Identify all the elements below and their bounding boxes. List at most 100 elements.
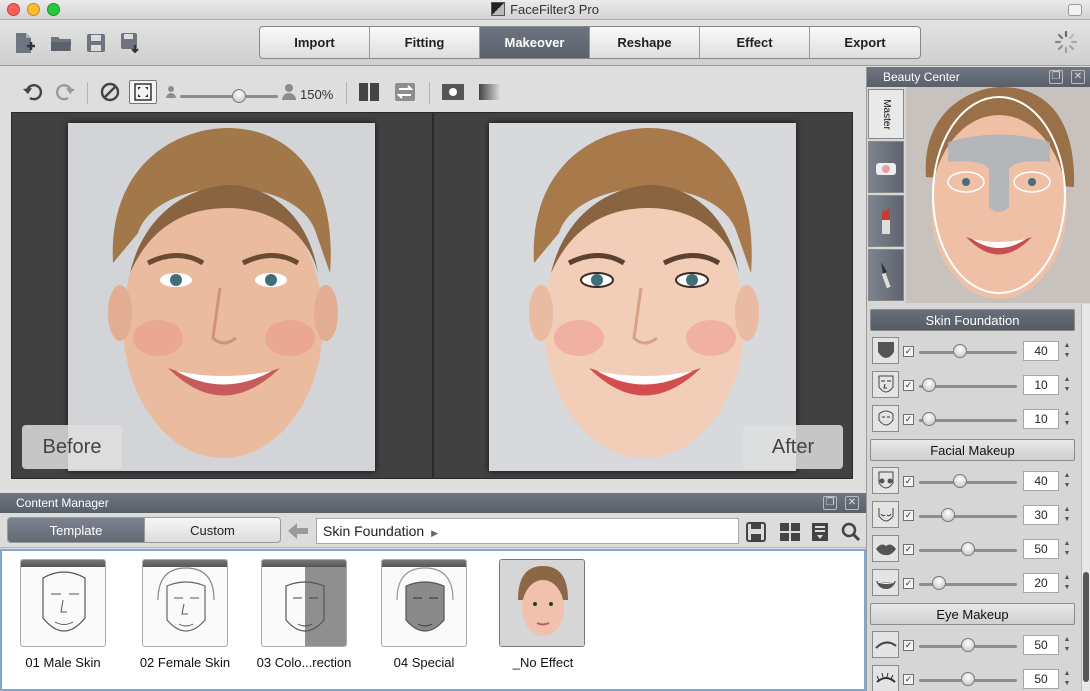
search-icon[interactable] [841, 522, 861, 545]
gradient-icon[interactable] [477, 80, 503, 104]
save-icon[interactable] [84, 31, 108, 55]
adjust-value-field[interactable]: 50 [1023, 669, 1059, 689]
tab-fitting[interactable]: Fitting [370, 27, 480, 58]
blush-face-icon[interactable] [872, 467, 899, 494]
template-item-no-effect[interactable] [499, 559, 585, 647]
makeup-brush-icon[interactable] [868, 249, 904, 301]
zoom-slider-knob[interactable] [231, 89, 246, 103]
value-stepper[interactable]: ▲ ▼ [1061, 505, 1073, 525]
after-photo[interactable] [489, 123, 796, 471]
scrollbar-thumb[interactable] [1083, 572, 1089, 682]
foundation-compact-icon[interactable] [868, 141, 904, 193]
enable-checkbox[interactable]: ✓ [903, 380, 914, 391]
enable-checkbox[interactable]: ✓ [903, 510, 914, 521]
adjust-value-field[interactable]: 50 [1023, 635, 1059, 655]
zoom-slider[interactable] [180, 95, 278, 98]
adjust-slider-knob[interactable] [941, 508, 956, 522]
template-item-special[interactable] [381, 559, 467, 647]
detach-panel-icon[interactable]: ❐ [1049, 70, 1063, 84]
enable-checkbox[interactable]: ✓ [903, 476, 914, 487]
enable-checkbox[interactable]: ✓ [903, 346, 914, 357]
mask-toggle-icon[interactable] [440, 80, 466, 104]
export-save-icon[interactable] [119, 31, 143, 55]
face-region-preview[interactable] [906, 87, 1090, 303]
tab-reshape[interactable]: Reshape [590, 27, 700, 58]
face-outline-icon[interactable] [872, 405, 899, 432]
adjust-slider-knob[interactable] [931, 576, 946, 590]
adjust-slider[interactable] [919, 481, 1017, 484]
template-item-female-skin[interactable] [142, 559, 228, 647]
close-panel-icon[interactable]: ✕ [845, 496, 859, 510]
lips-icon[interactable] [872, 535, 899, 562]
value-stepper[interactable]: ▲ ▼ [1061, 573, 1073, 593]
face-mask-icon[interactable] [872, 371, 899, 398]
content-path-field[interactable]: Skin Foundation ▶ [316, 518, 739, 544]
value-stepper[interactable]: ▲ ▼ [1061, 341, 1073, 361]
tab-makeover[interactable]: Makeover [480, 27, 590, 58]
beauty-center-scrollbar[interactable] [1081, 304, 1090, 691]
enable-checkbox[interactable]: ✓ [903, 674, 914, 685]
adjust-slider[interactable] [919, 515, 1017, 518]
tab-import[interactable]: Import [260, 27, 370, 58]
eyelash-icon[interactable] [872, 665, 899, 691]
adjust-slider-knob[interactable] [961, 638, 975, 652]
minimize-window-button[interactable] [27, 3, 40, 16]
lipstick-icon[interactable] [868, 195, 904, 247]
open-folder-icon[interactable] [49, 31, 73, 55]
section-facial-makeup[interactable]: Facial Makeup [870, 439, 1075, 461]
adjust-value-field[interactable]: 40 [1023, 471, 1059, 491]
path-expand-icon[interactable]: ▶ [431, 528, 438, 538]
adjust-slider-knob[interactable] [921, 412, 936, 426]
value-stepper[interactable]: ▲ ▼ [1061, 471, 1073, 491]
adjust-slider[interactable] [919, 351, 1017, 354]
section-skin-foundation[interactable]: Skin Foundation [870, 309, 1075, 331]
adjust-slider-knob[interactable] [953, 344, 968, 358]
adjust-value-field[interactable]: 50 [1023, 539, 1059, 559]
close-panel-icon[interactable]: ✕ [1071, 70, 1085, 84]
enable-checkbox[interactable]: ✓ [903, 544, 914, 555]
fit-to-window-icon[interactable] [129, 80, 157, 104]
adjust-slider-knob[interactable] [953, 474, 968, 488]
adjust-value-field[interactable]: 10 [1023, 375, 1059, 395]
tab-custom[interactable]: Custom [144, 518, 280, 542]
save-template-icon[interactable] [746, 522, 766, 545]
new-document-icon[interactable] [12, 31, 36, 55]
section-eye-makeup[interactable]: Eye Makeup [870, 603, 1075, 625]
fullscreen-toggle-button[interactable] [1068, 4, 1082, 16]
split-divider[interactable] [432, 113, 434, 478]
adjust-slider-knob[interactable] [961, 672, 975, 686]
template-item-color-correction[interactable] [261, 559, 347, 647]
tab-master[interactable]: Master [868, 89, 904, 139]
template-item-male-skin[interactable] [20, 559, 106, 647]
enable-checkbox[interactable]: ✓ [903, 414, 914, 425]
redo-icon[interactable] [54, 80, 76, 104]
grid-view-icon[interactable] [780, 523, 800, 544]
zoom-window-button[interactable] [47, 3, 60, 16]
cheek-contour-icon[interactable] [872, 501, 899, 528]
back-arrow-icon[interactable] [287, 522, 309, 543]
disable-effect-icon[interactable] [98, 80, 122, 104]
swap-view-icon[interactable] [393, 80, 417, 104]
value-stepper[interactable]: ▲ ▼ [1061, 409, 1073, 429]
tab-effect[interactable]: Effect [700, 27, 810, 58]
value-stepper[interactable]: ▲ ▼ [1061, 539, 1073, 559]
value-stepper[interactable]: ▲ ▼ [1061, 669, 1073, 689]
close-window-button[interactable] [7, 3, 20, 16]
enable-checkbox[interactable]: ✓ [903, 640, 914, 651]
tab-template[interactable]: Template [8, 518, 144, 542]
before-photo[interactable] [68, 123, 375, 471]
detach-panel-icon[interactable]: ❐ [823, 496, 837, 510]
adjust-value-field[interactable]: 10 [1023, 409, 1059, 429]
face-shape-icon[interactable] [872, 337, 899, 364]
adjust-slider-knob[interactable] [921, 378, 936, 392]
adjust-value-field[interactable]: 40 [1023, 341, 1059, 361]
adjust-slider-knob[interactable] [961, 542, 975, 556]
adjust-value-field[interactable]: 30 [1023, 505, 1059, 525]
tab-export[interactable]: Export [810, 27, 920, 58]
smile-lips-icon[interactable] [872, 569, 899, 596]
eyebrow-icon[interactable] [872, 631, 899, 658]
enable-checkbox[interactable]: ✓ [903, 578, 914, 589]
undo-icon[interactable] [22, 80, 44, 104]
value-stepper[interactable]: ▲ ▼ [1061, 375, 1073, 395]
value-stepper[interactable]: ▲ ▼ [1061, 635, 1073, 655]
